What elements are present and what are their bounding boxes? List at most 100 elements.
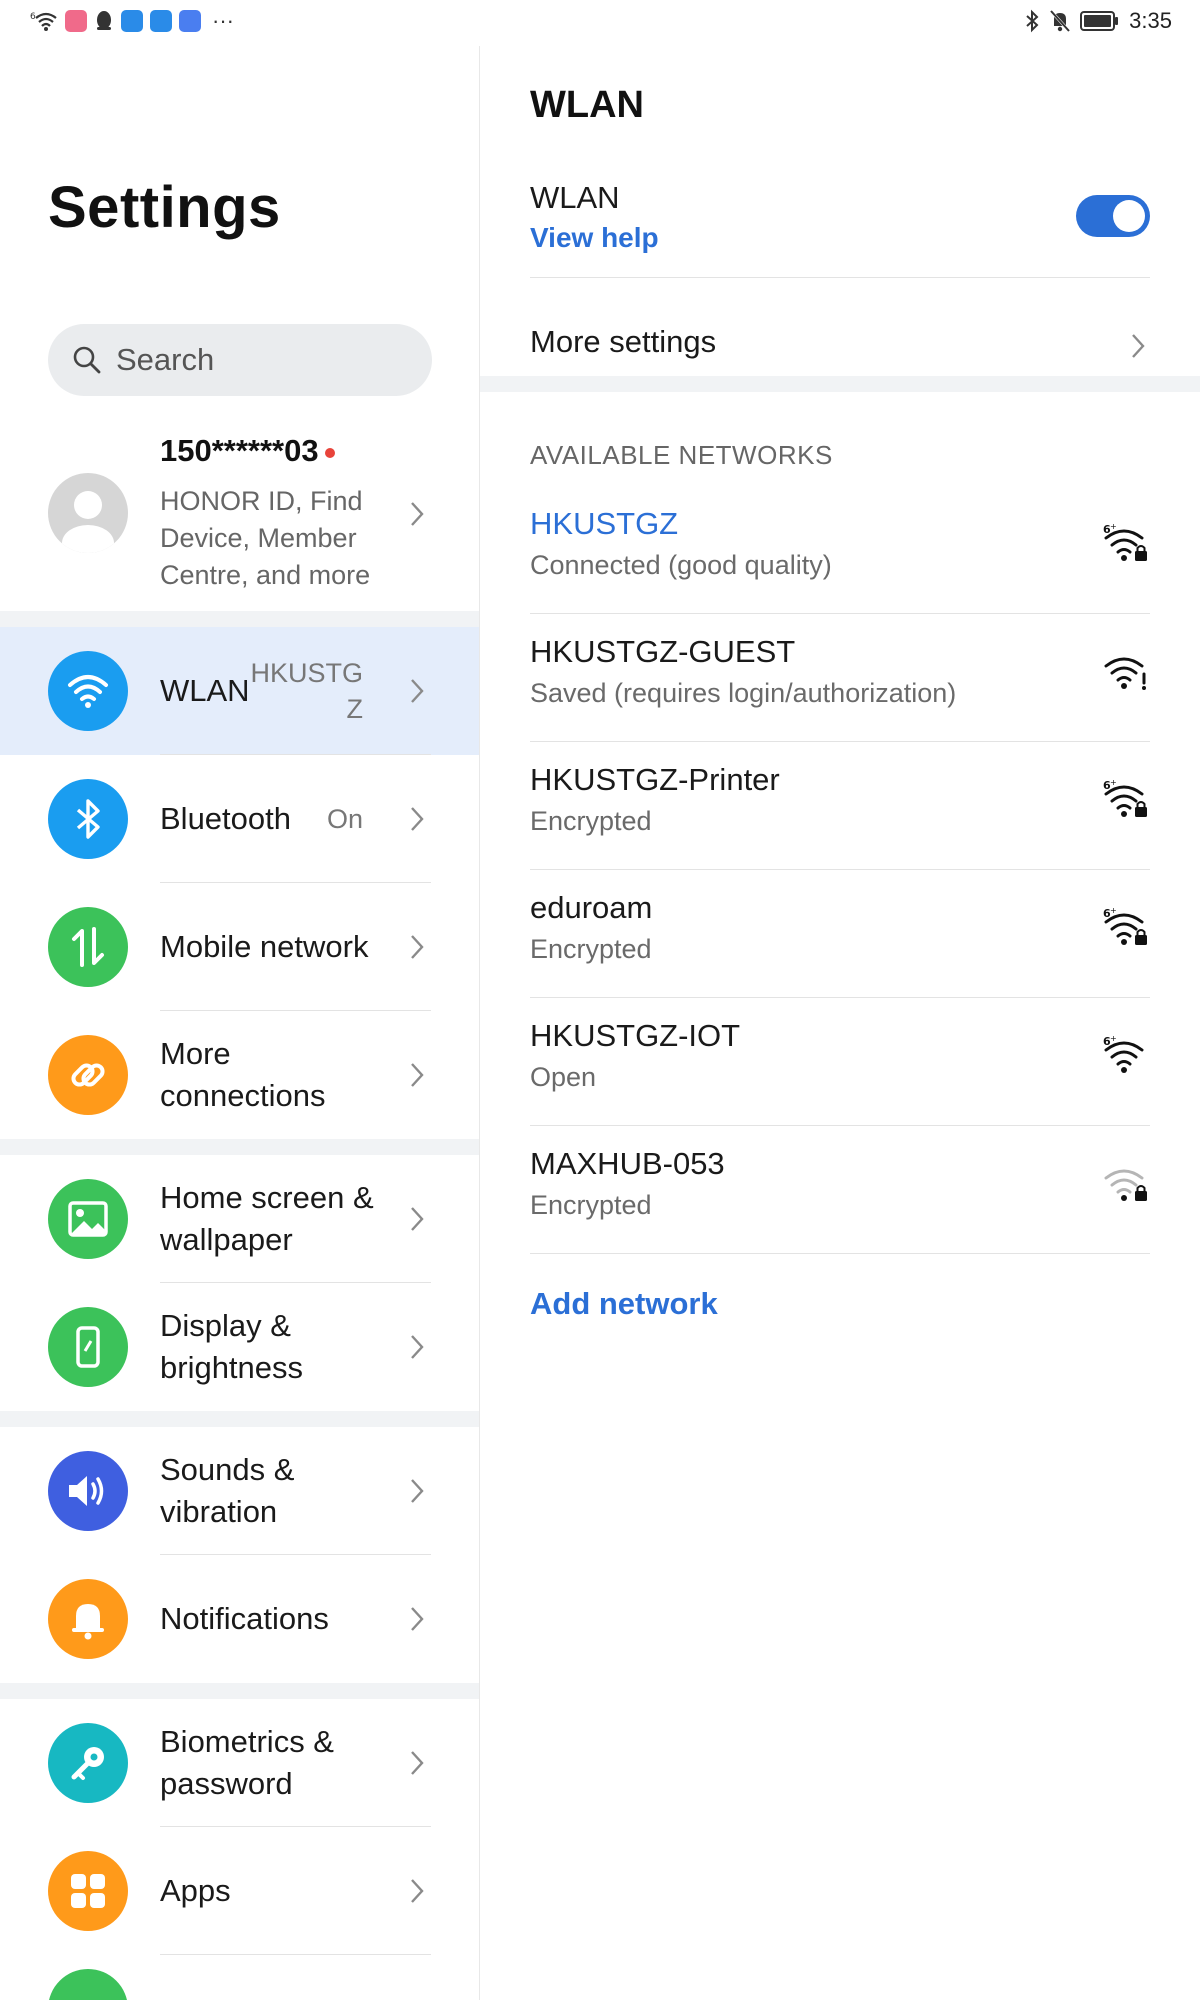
settings-item-more-connections[interactable]: More connections	[0, 1011, 479, 1139]
settings-item-label: Apps	[160, 1873, 231, 1908]
settings-group: WLAN HKUSTGZ Bluetooth On Mobile network More…	[0, 627, 479, 1139]
available-networks-header: AVAILABLE NETWORKS	[530, 440, 833, 470]
divider	[530, 277, 1150, 278]
settings-header: Settings Search 150******03 HONOR ID, Fi…	[0, 46, 479, 611]
view-help-link[interactable]: View help	[530, 222, 659, 254]
settings-item-label: More connections	[160, 1036, 326, 1113]
svg-text:+: +	[1110, 522, 1117, 531]
more-settings-label: More settings	[530, 324, 717, 359]
wifi6-lock-icon: 6 +	[1102, 522, 1150, 569]
add-network-button[interactable]: Add network	[530, 1286, 718, 1322]
network-name: HKUSTGZ-GUEST	[530, 634, 796, 669]
settings-item-label: Bluetooth	[160, 801, 291, 836]
settings-item-partial[interactable]	[0, 1955, 479, 2000]
chevron-right-icon	[411, 1063, 424, 1087]
settings-item-sounds-vibration[interactable]: Sounds & vibration	[0, 1427, 479, 1555]
search-placeholder: Search	[116, 342, 215, 377]
battery-icon	[1080, 11, 1119, 31]
network-item[interactable]: HKUSTGZ-GUEST Saved (requires login/autho…	[530, 614, 1150, 742]
app-icon-pink	[65, 10, 87, 32]
settings-item-display-brightness[interactable]: Display & brightness	[0, 1283, 479, 1411]
settings-item-label: Biometrics & password	[160, 1724, 334, 1801]
network-item[interactable]: eduroam Encrypted 6 +	[530, 870, 1150, 998]
account-name-text: 150******03	[160, 433, 319, 468]
account-description: HONOR ID, Find Device, Member Centre, an…	[160, 486, 371, 590]
wlan-toggle[interactable]	[1076, 195, 1150, 237]
network-status: Open	[530, 1062, 597, 1092]
chevron-right-icon	[409, 1205, 425, 1238]
network-status: Encrypted	[530, 1190, 652, 1220]
chevron-right-icon	[411, 1335, 424, 1359]
chevron-right-icon	[409, 933, 425, 966]
status-right-icons: 3:35	[1024, 8, 1172, 34]
wifi-weak-lock-icon	[1102, 1162, 1150, 1209]
section-spacer	[480, 376, 1200, 392]
settings-item-bluetooth[interactable]: Bluetooth On	[0, 755, 479, 883]
bluetooth-icon	[48, 779, 128, 859]
settings-item-mobile-network[interactable]: Mobile network	[0, 883, 479, 1011]
toggle-knob	[1113, 200, 1145, 232]
display-icon	[48, 1307, 128, 1387]
settings-item-apps[interactable]: Apps	[0, 1827, 479, 1955]
settings-item-label: Sounds & vibration	[160, 1452, 295, 1529]
settings-item-biometrics-password[interactable]: Biometrics & password	[0, 1699, 479, 1827]
network-name: MAXHUB-053	[530, 1146, 725, 1181]
chevron-right-icon	[409, 805, 425, 838]
settings-groups: WLAN HKUSTGZ Bluetooth On Mobile network More…	[0, 627, 479, 2000]
account-name: 150******03	[160, 433, 335, 469]
wlan-toggle-row: WLAN View help	[530, 180, 1150, 290]
chevron-right-icon	[409, 1477, 425, 1510]
network-item[interactable]: MAXHUB-053 Encrypted	[530, 1126, 1150, 1254]
settings-item-label: Mobile network	[160, 929, 369, 964]
image-icon	[48, 1179, 128, 1259]
chevron-right-icon	[409, 1605, 425, 1638]
chevron-right-icon	[411, 502, 424, 526]
settings-item-label: Notifications	[160, 1601, 329, 1636]
chevron-right-icon	[1132, 334, 1145, 358]
green-partial-icon	[48, 1969, 128, 2000]
more-notifications-indicator: ···	[212, 8, 234, 33]
settings-item-home-screen-wallpaper[interactable]: Home screen & wallpaper	[0, 1155, 479, 1283]
wlan-label: WLAN	[530, 180, 620, 215]
notification-dot	[324, 447, 335, 458]
settings-sidebar: Settings Search 150******03 HONOR ID, Fi…	[0, 46, 479, 2000]
qq-icon	[97, 11, 111, 30]
status-left-icons: 6 ···	[30, 10, 234, 32]
chevron-right-icon	[411, 935, 424, 959]
chevron-right-icon	[409, 1749, 425, 1782]
wifi6-lock-icon: 6 +	[1102, 778, 1150, 825]
chevron-right-icon	[411, 1879, 424, 1903]
chevron-right-icon	[411, 1607, 424, 1631]
bell-icon	[48, 1579, 128, 1659]
network-status: Encrypted	[530, 934, 652, 964]
wifi6-icon: 6 +	[1102, 1034, 1150, 1081]
chevron-right-icon	[409, 677, 425, 710]
mail-icon	[179, 10, 201, 32]
panel-title: WLAN	[530, 84, 644, 126]
settings-item-label: Display & brightness	[160, 1308, 304, 1385]
settings-item-wlan[interactable]: WLAN HKUSTGZ	[0, 627, 479, 755]
divider	[530, 1253, 1150, 1254]
network-status: Saved (requires login/authorization)	[530, 678, 957, 708]
network-name: HKUSTGZ	[530, 506, 679, 541]
account-card[interactable]: 150******03 HONOR ID, Find Device, Membe…	[0, 431, 479, 611]
clock: 3:35	[1129, 8, 1172, 33]
search-input[interactable]: Search	[48, 324, 432, 396]
search-icon	[73, 346, 101, 374]
svg-text:+: +	[1110, 906, 1117, 915]
mobile-data-icon	[48, 907, 128, 987]
chevron-right-icon	[411, 807, 424, 831]
settings-item-notifications[interactable]: Notifications	[0, 1555, 479, 1683]
wifi-icon	[48, 651, 128, 731]
key-icon	[48, 1723, 128, 1803]
wifi6-lock-icon: 6 +	[1102, 906, 1150, 953]
svg-text:6: 6	[30, 12, 36, 22]
network-item[interactable]: HKUSTGZ-Printer Encrypted 6 +	[530, 742, 1150, 870]
svg-text:+: +	[1110, 1034, 1117, 1043]
network-item[interactable]: HKUSTGZ-IOT Open 6 +	[530, 998, 1150, 1126]
page-title: Settings	[48, 175, 281, 240]
more-settings-row[interactable]: More settings	[530, 308, 1150, 378]
network-item[interactable]: HKUSTGZ Connected (good quality) 6 +	[530, 486, 1150, 614]
app-icon-blue	[121, 10, 143, 32]
settings-item-value: HKUSTGZ	[250, 658, 363, 724]
